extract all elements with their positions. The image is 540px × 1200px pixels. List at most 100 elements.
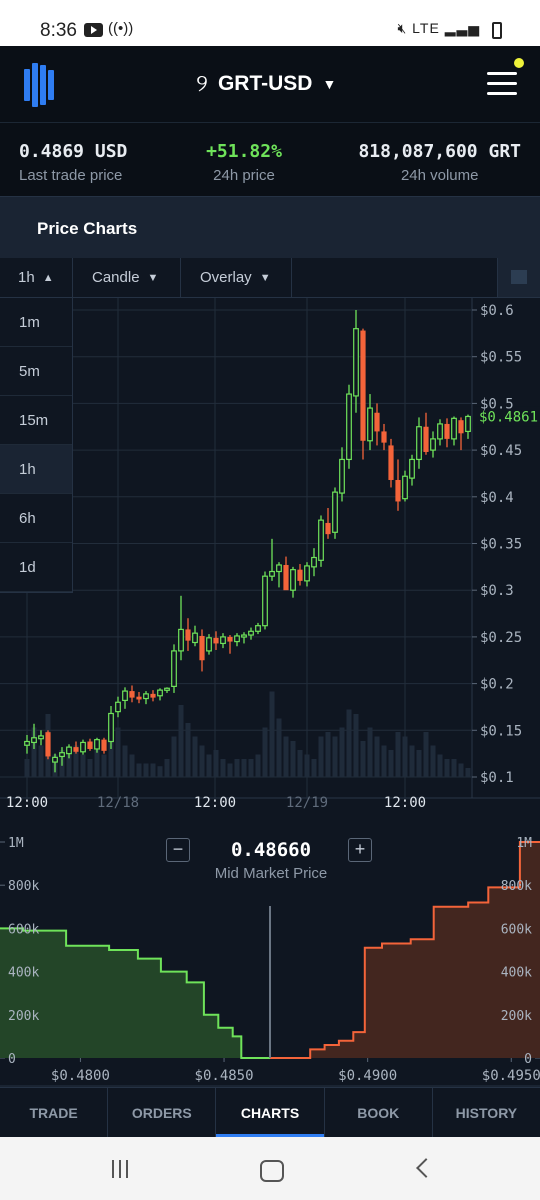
depth-y-label-left: 600k <box>8 922 39 937</box>
candle-body-up <box>24 740 30 746</box>
volume-bar <box>94 750 100 777</box>
interval-option-1m[interactable]: 1m <box>0 298 72 347</box>
interval-option-5m[interactable]: 5m <box>0 347 72 396</box>
tab-history[interactable]: HISTORY <box>433 1088 540 1137</box>
candle-body-up <box>192 632 198 644</box>
last-price-label: $0.4861 <box>479 409 538 425</box>
x-tick-label: 12/18 <box>97 795 139 811</box>
chart-controls: 1h ▲ Candle ▼ Overlay ▼ <box>0 258 540 298</box>
depth-y-label-right: 200k <box>501 1009 532 1024</box>
candle-body-up <box>52 756 58 763</box>
volume-bar <box>143 763 149 777</box>
volume-bar <box>360 741 366 777</box>
volume-bar <box>339 727 345 777</box>
overlay-select[interactable]: Overlay ▼ <box>181 258 292 297</box>
x-tick-label: 12/19 <box>286 795 328 811</box>
volume-bar <box>206 754 212 777</box>
y-tick-label: $0.55 <box>480 350 522 366</box>
volume-bar <box>451 759 457 777</box>
last-trade-value: 0.4869 USD <box>19 141 128 162</box>
interval-select[interactable]: 1h ▲ <box>0 258 73 297</box>
chevron-down-icon: ▼ <box>322 76 337 92</box>
volume-bar <box>416 750 422 777</box>
broadcast-icon: ((•)) <box>108 20 134 37</box>
signal-icon: ▂▃▅ <box>444 20 480 36</box>
candle-body-up <box>465 415 471 433</box>
volume-bar <box>192 736 198 777</box>
candle-body-up <box>164 687 170 691</box>
chart-type-select[interactable]: Candle ▼ <box>73 258 181 297</box>
network-label: 🔇︎ LTE ▂▃▅ <box>397 20 480 37</box>
volume-bar <box>80 754 86 777</box>
y-tick-label: $0.3 <box>480 583 514 599</box>
tab-book[interactable]: BOOK <box>325 1088 433 1137</box>
tab-trade[interactable]: TRADE <box>0 1088 109 1137</box>
volume-bar <box>220 759 226 777</box>
candle-body-up <box>353 328 359 397</box>
candle-body-up <box>430 438 436 451</box>
interval-option-1h[interactable]: 1h <box>0 445 72 494</box>
option-label: 5m <box>19 362 40 380</box>
option-label: 15m <box>19 411 49 429</box>
volume-bar <box>213 750 219 777</box>
back-icon[interactable] <box>405 1155 445 1183</box>
candle-body-up <box>122 690 128 702</box>
candle-body-up <box>248 630 254 636</box>
depth-y-label-left: 200k <box>8 1009 39 1024</box>
interval-option-15m[interactable]: 15m <box>0 396 72 445</box>
y-tick-label: $0.25 <box>480 630 522 646</box>
volume-bar <box>430 745 436 777</box>
depth-y-label-right: 800k <box>501 879 532 894</box>
change-value: +51.82% <box>206 141 282 162</box>
candle-body-up <box>304 565 310 582</box>
candle-body-up <box>339 458 345 494</box>
hamburger-menu-icon[interactable] <box>487 58 524 98</box>
volume-bar <box>164 759 170 777</box>
candlestick-chart[interactable]: $0.6$0.55$0.5$0.45$0.4$0.35$0.3$0.25$0.2… <box>0 298 540 828</box>
interval-option-1d[interactable]: 1d <box>0 543 72 592</box>
tab-orders[interactable]: ORDERS <box>108 1088 217 1137</box>
candle-body-up <box>346 393 352 461</box>
interval-dropdown: 1m 5m 15m 1h 6h 1d <box>0 298 73 593</box>
candle-body-up <box>367 407 373 442</box>
volume-bar <box>122 745 128 777</box>
volume-bar <box>367 727 373 777</box>
volume-bar <box>423 732 429 777</box>
candle-body-up <box>178 628 184 652</box>
candle-body-down <box>101 739 107 751</box>
candle-body-up <box>262 575 268 627</box>
x-tick-label: 12:00 <box>194 795 236 811</box>
volume-bar <box>38 745 44 777</box>
volume-bar <box>241 759 247 777</box>
change-label: 24h price <box>213 167 275 184</box>
candle-body-up <box>276 564 282 573</box>
candle-body-up <box>290 569 296 591</box>
volume-bar <box>409 745 415 777</box>
candle-body-up <box>143 693 149 700</box>
volume-bar <box>255 754 261 777</box>
volume-bar <box>290 741 296 777</box>
candle-body-down <box>87 741 93 749</box>
candle-body-down <box>388 445 394 480</box>
mute-icon: 🔇︎ <box>397 20 408 36</box>
volume-bar <box>318 736 324 777</box>
interval-option-6h[interactable]: 6h <box>0 494 72 543</box>
volume-bar <box>115 727 121 777</box>
app-header: ୨ GRT-USD ▼ <box>0 46 540 122</box>
recent-apps-icon[interactable] <box>100 1155 140 1183</box>
tab-charts[interactable]: CHARTS <box>216 1088 325 1137</box>
home-icon[interactable] <box>250 1155 290 1183</box>
play-icon[interactable] <box>497 258 540 297</box>
depth-y-label-right: 400k <box>501 966 532 981</box>
section-title: Price Charts <box>37 219 138 238</box>
y-tick-label: $0.2 <box>480 677 514 693</box>
option-label: 6h <box>19 509 36 527</box>
logo-icon[interactable] <box>24 46 54 122</box>
plus-button[interactable]: + <box>348 838 372 862</box>
candle-body-up <box>66 746 72 755</box>
candle-body-up <box>108 712 114 743</box>
candle-body-down <box>283 564 289 591</box>
pair-selector[interactable]: ୨ GRT-USD ▼ <box>196 66 336 102</box>
candle-body-down <box>185 629 191 641</box>
volume-bar <box>262 727 268 777</box>
